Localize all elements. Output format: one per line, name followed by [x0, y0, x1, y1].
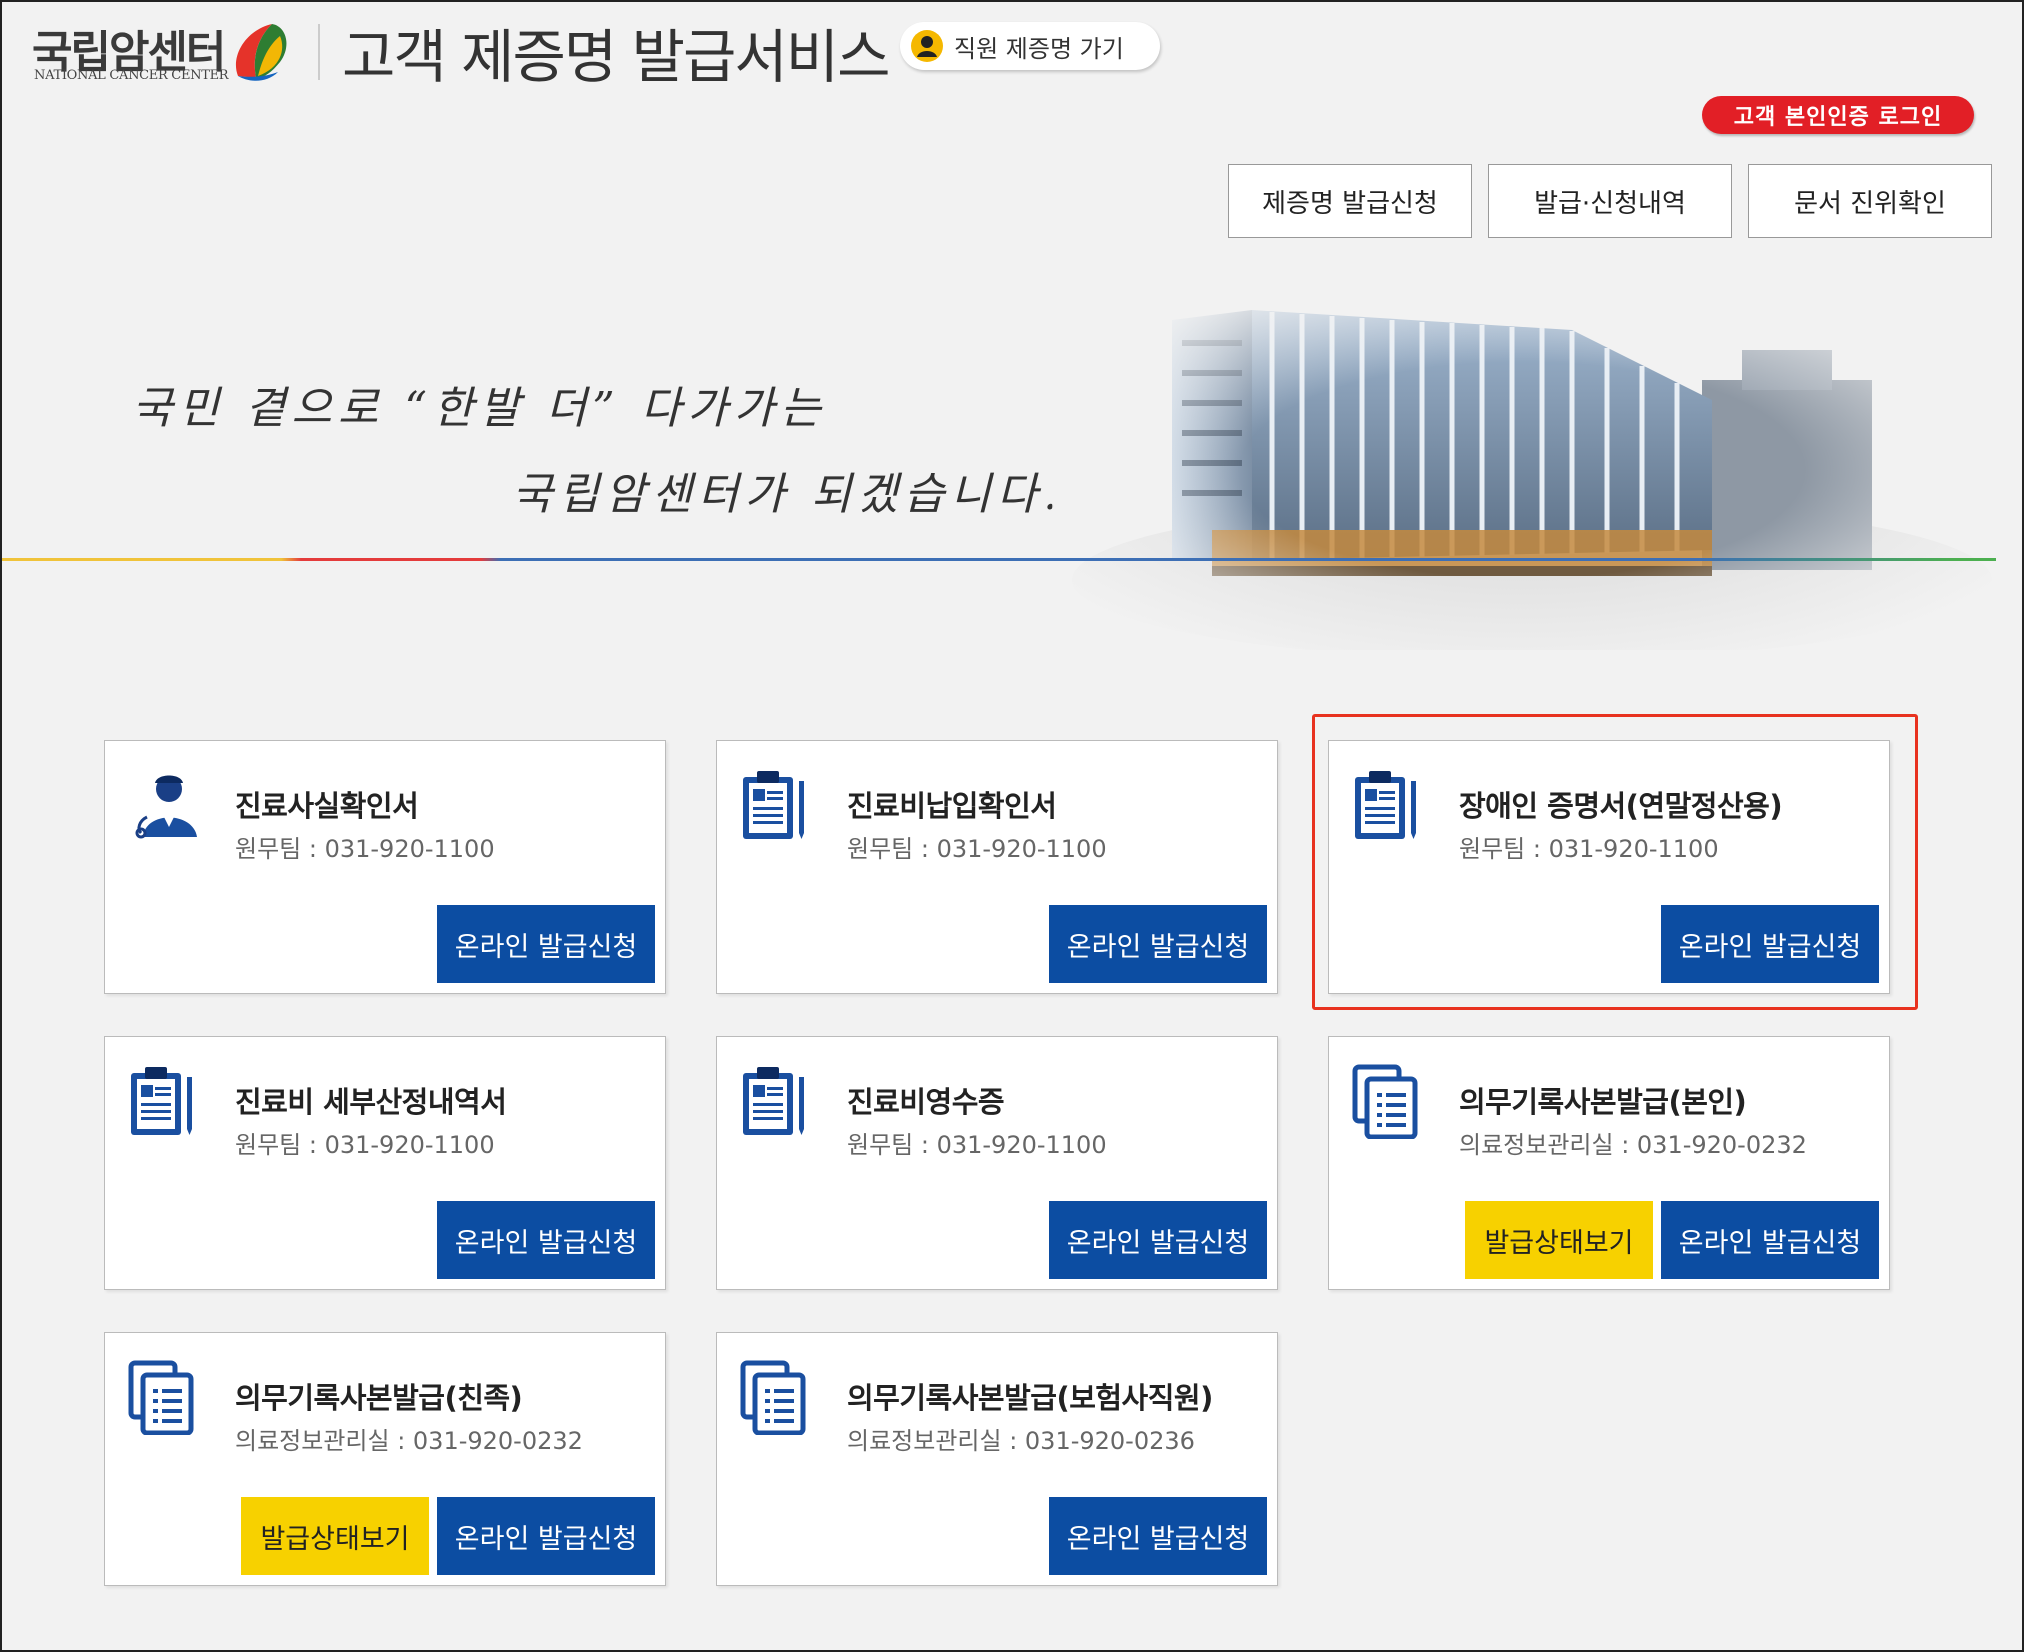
nav-certificate-request[interactable]: 제증명 발급신청 — [1228, 164, 1472, 238]
card-contact: 의료정보관리실 : 031-920-0236 — [847, 1427, 1195, 1455]
card-medical-record-insurance: 의무기록사본발급(보험사직원) 의료정보관리실 : 031-920-0236 온… — [716, 1332, 1278, 1586]
card-medical-record-self: 의무기록사본발급(본인) 의료정보관리실 : 031-920-0232 발급상태… — [1328, 1036, 1890, 1290]
card-title: 진료비영수증 — [847, 1085, 1005, 1119]
card-contact: 의료정보관리실 : 031-920-0232 — [235, 1427, 583, 1455]
card-title: 진료사실확인서 — [235, 789, 419, 823]
card-contact: 의료정보관리실 : 031-920-0232 — [1459, 1131, 1807, 1159]
header-divider — [318, 24, 320, 80]
staff-certificate-link[interactable]: 직원 제증명 가기 — [900, 22, 1160, 70]
card-detailed-bill: 진료비 세부산정내역서 원무팀 : 031-920-1100 온라인 발급신청 — [104, 1036, 666, 1290]
documents-icon — [1352, 1064, 1418, 1139]
documents-icon — [128, 1360, 194, 1435]
online-apply-button[interactable]: 온라인 발급신청 — [437, 1201, 655, 1279]
card-contact: 원무팀 : 031-920-1100 — [235, 835, 495, 863]
clipboard-icon — [743, 771, 804, 839]
online-apply-button[interactable]: 온라인 발급신청 — [437, 905, 655, 983]
hero-banner: 국민 곁으로 “한발 더” 다가가는 국립암센터가 되겠습니다. — [2, 272, 2022, 652]
issue-status-button[interactable]: 발급상태보기 — [1465, 1201, 1653, 1279]
online-apply-button[interactable]: 온라인 발급신청 — [1661, 1201, 1879, 1279]
user-icon — [911, 30, 943, 62]
clipboard-icon — [743, 1067, 804, 1135]
card-payment-confirmation: 진료비납입확인서 원무팀 : 031-920-1100 온라인 발급신청 — [716, 740, 1278, 994]
documents-icon — [740, 1360, 806, 1435]
customer-login-button[interactable]: 고객 본인인증 로그인 — [1702, 96, 1974, 134]
card-medical-record-family: 의무기록사본발급(친족) 의료정보관리실 : 031-920-0232 발급상태… — [104, 1332, 666, 1586]
banner-color-line — [2, 558, 1996, 561]
online-apply-button[interactable]: 온라인 발급신청 — [1049, 1201, 1267, 1279]
card-treatment-confirmation: 진료사실확인서 원무팀 : 031-920-1100 온라인 발급신청 — [104, 740, 666, 994]
card-title: 의무기록사본발급(친족) — [235, 1381, 523, 1415]
card-title: 의무기록사본발급(보험사직원) — [847, 1381, 1213, 1415]
slogan-line-1: 국민 곁으로 “한발 더” 다가가는 — [132, 383, 827, 434]
highlight-box — [1312, 714, 1918, 1010]
clipboard-icon — [131, 1067, 192, 1135]
card-contact: 원무팀 : 031-920-1100 — [235, 1131, 495, 1159]
online-apply-button[interactable]: 온라인 발급신청 — [437, 1497, 655, 1575]
online-apply-button[interactable]: 온라인 발급신청 — [1049, 1497, 1267, 1575]
logo-english-text: NATIONAL CANCER CENTER — [34, 68, 229, 83]
slogan-line-2: 국립암센터가 되겠습니다. — [512, 469, 1064, 520]
card-title: 진료비 세부산정내역서 — [235, 1085, 507, 1119]
card-medical-receipt: 진료비영수증 원무팀 : 031-920-1100 온라인 발급신청 — [716, 1036, 1278, 1290]
hospital-building-image — [1052, 290, 1992, 650]
doctor-icon — [135, 775, 197, 839]
online-apply-button[interactable]: 온라인 발급신청 — [1049, 905, 1267, 983]
card-contact: 원무팀 : 031-920-1100 — [847, 1131, 1107, 1159]
staff-link-label: 직원 제증명 가기 — [954, 34, 1124, 63]
page-title: 고객 제증명 발급서비스 — [342, 23, 890, 91]
site-logo[interactable]: 국립암센터 NATIONAL CANCER CENTER — [32, 16, 294, 88]
nav-issue-history[interactable]: 발급·신청내역 — [1488, 164, 1732, 238]
card-contact: 원무팀 : 031-920-1100 — [847, 835, 1107, 863]
issue-status-button[interactable]: 발급상태보기 — [241, 1497, 429, 1575]
card-title: 진료비납입확인서 — [847, 789, 1057, 823]
card-title: 의무기록사본발급(본인) — [1459, 1085, 1747, 1119]
nav-document-verify[interactable]: 문서 진위확인 — [1748, 164, 1992, 238]
ncc-emblem-icon — [235, 24, 287, 81]
